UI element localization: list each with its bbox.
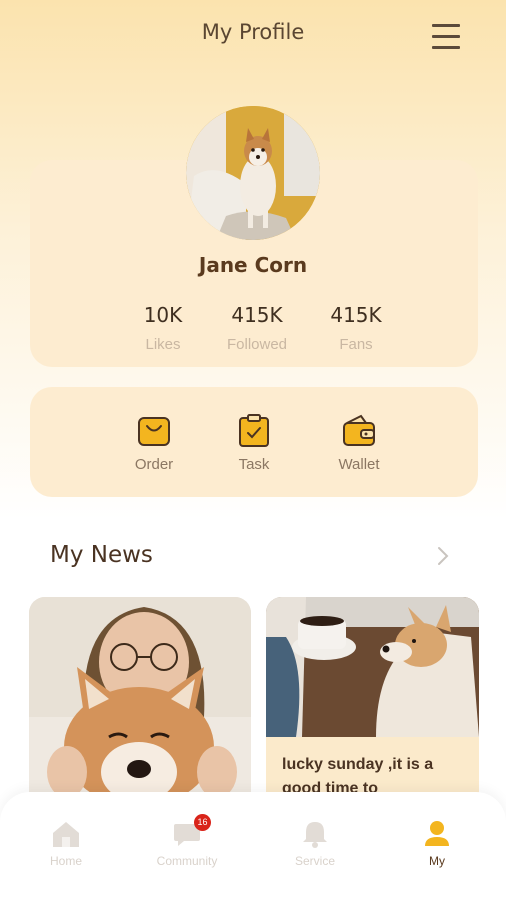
stat-value: 415K [330, 303, 382, 327]
home-icon [53, 822, 79, 847]
task-label: Task [238, 456, 270, 473]
order-button[interactable]: Order [114, 414, 194, 473]
wallet-button[interactable]: Wallet [319, 414, 399, 473]
tab-label: Home [49, 854, 82, 868]
menu-icon-bar [432, 24, 460, 27]
menu-button[interactable] [432, 24, 460, 50]
tab-community[interactable]: 16 Community [142, 814, 232, 868]
page-title: My Profile [201, 20, 305, 44]
tab-service[interactable]: Service [270, 820, 360, 868]
user-name: Jane Corn [198, 253, 308, 277]
news-image-woman-with-dog [29, 597, 251, 817]
chevron-right-icon[interactable] [430, 544, 454, 568]
stat-label: Fans [339, 336, 373, 353]
stat-fans[interactable]: 415K Fans [301, 303, 411, 353]
tab-label: Service [294, 854, 335, 868]
stat-value: 415K [231, 303, 283, 327]
tab-label: Community [156, 854, 218, 868]
menu-icon-bar [432, 35, 460, 38]
menu-icon-bar [432, 46, 460, 49]
stat-label: Followed [226, 336, 288, 353]
user-icon [425, 821, 449, 846]
bell-icon [303, 822, 327, 848]
clipboard-check-icon [239, 414, 269, 447]
section-title-my-news: My News [50, 542, 153, 568]
stat-followed[interactable]: 415K Followed [202, 303, 312, 353]
shopping-bag-icon [138, 417, 170, 446]
news-card[interactable]: lucky sunday ,it is a good time to [266, 597, 479, 817]
news-image-dog-with-coffee [266, 597, 479, 737]
tab-my[interactable]: My [392, 820, 482, 868]
tab-label: My [429, 854, 445, 868]
notification-badge: 16 [194, 814, 211, 831]
wallet-icon [343, 414, 375, 446]
order-label: Order [134, 456, 174, 473]
task-button[interactable]: Task [214, 414, 294, 473]
tab-home[interactable]: Home [21, 820, 111, 868]
wallet-label: Wallet [338, 456, 380, 473]
avatar[interactable] [186, 106, 320, 240]
news-card[interactable] [29, 597, 251, 817]
